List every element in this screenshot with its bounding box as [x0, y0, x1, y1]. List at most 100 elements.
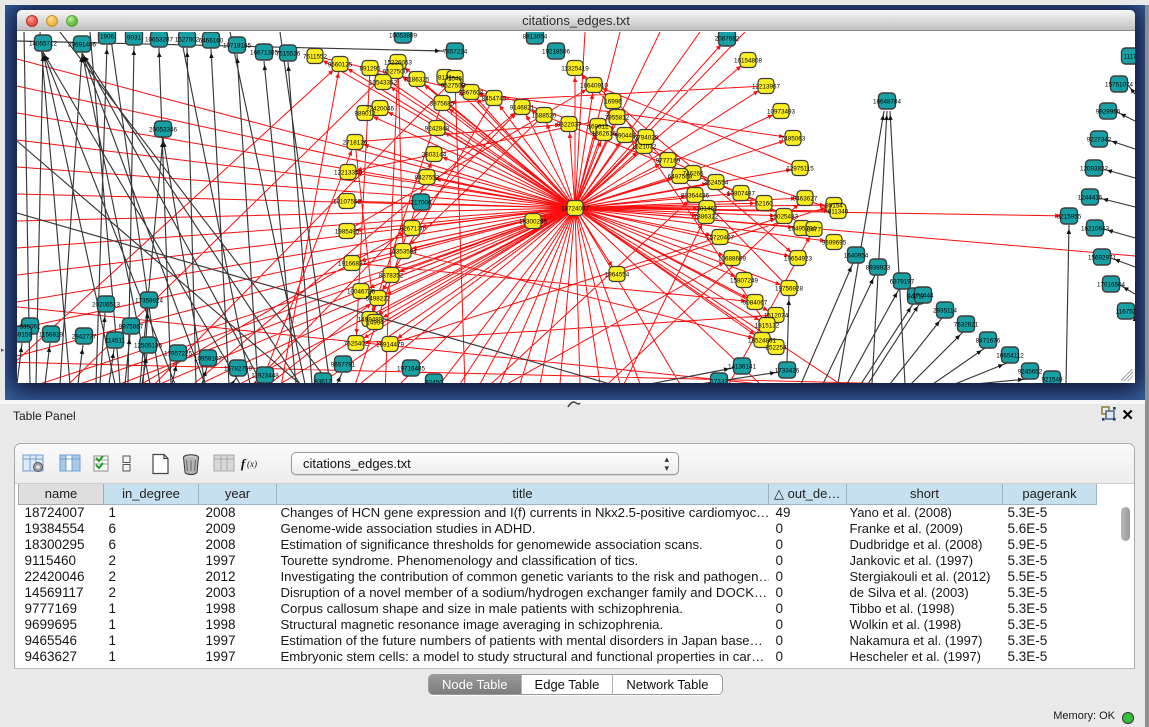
svg-text:62160: 62160: [755, 201, 773, 208]
svg-text:174444: 174444: [912, 293, 934, 300]
svg-text:17016504: 17016504: [1097, 282, 1126, 289]
svg-text:19166827: 19166827: [338, 261, 367, 268]
svg-text:10053809: 10053809: [389, 33, 418, 40]
svg-text:16648784: 16648784: [873, 99, 902, 106]
svg-text:1906: 1906: [100, 34, 115, 41]
svg-text:83612: 83612: [314, 379, 332, 384]
svg-text:252254: 252254: [765, 345, 787, 352]
svg-text:10543352: 10543352: [369, 80, 398, 87]
svg-text:7611552: 7611552: [303, 54, 328, 61]
svg-text:17359924: 17359924: [135, 298, 164, 305]
svg-text:6794028: 6794028: [634, 135, 659, 142]
svg-text:16782759: 16782759: [224, 366, 253, 373]
svg-text:3624554: 3624554: [704, 180, 729, 187]
svg-text:9031: 9031: [127, 35, 142, 42]
svg-text:17957225: 17957225: [164, 351, 193, 358]
svg-text:12213359: 12213359: [334, 170, 363, 177]
svg-text:8322037: 8322037: [557, 122, 582, 129]
svg-text:1733426: 1733426: [775, 368, 800, 375]
svg-text:12505135: 12505135: [134, 343, 163, 350]
svg-text:20053346: 20053346: [149, 127, 178, 134]
svg-text:1815132: 1815132: [755, 323, 780, 330]
svg-text:16671385: 16671385: [250, 50, 279, 57]
svg-text:9227342: 9227342: [1087, 137, 1112, 144]
svg-text:2935114: 2935114: [933, 308, 958, 315]
svg-text:7625402: 7625402: [344, 341, 369, 348]
svg-text:9245652: 9245652: [1018, 369, 1043, 376]
svg-text:20364436: 20364436: [681, 193, 710, 200]
svg-text:16210643: 16210643: [1081, 226, 1110, 233]
svg-text:17332: 17332: [710, 379, 728, 384]
svg-text:16996: 16996: [604, 99, 622, 106]
svg-text:8215955: 8215955: [1057, 214, 1082, 221]
svg-text:15692971: 15692971: [1088, 255, 1117, 262]
svg-text:14055712: 14055712: [29, 41, 58, 48]
svg-text:12975115: 12975115: [786, 166, 814, 173]
svg-text:114511: 114511: [105, 338, 126, 345]
svg-text:169612: 169612: [587, 124, 609, 131]
svg-text:8471676: 8471676: [976, 338, 1001, 345]
svg-text:1156819: 1156819: [39, 332, 64, 339]
svg-text:8267130: 8267130: [400, 226, 425, 233]
svg-text:9929966: 9929966: [1096, 109, 1121, 116]
svg-text:8878352: 8878352: [379, 273, 404, 280]
svg-text:9084067: 9084067: [743, 300, 768, 307]
svg-text:835061: 835061: [19, 324, 41, 331]
svg-text:8454749: 8454749: [482, 96, 507, 103]
svg-text:9975867: 9975867: [119, 324, 144, 331]
svg-text:19716485: 19716485: [397, 366, 426, 373]
svg-text:20691406: 20691406: [68, 42, 97, 49]
svg-text:9777169: 9777169: [656, 158, 681, 165]
svg-text:16154808: 16154808: [734, 58, 763, 65]
svg-text:16914479: 16914479: [376, 342, 405, 349]
svg-text:10973493: 10973493: [767, 109, 796, 116]
svg-text:8186325: 8186325: [405, 77, 430, 84]
svg-text:9242848: 9242848: [425, 126, 450, 133]
svg-text:9657791: 9657791: [331, 362, 356, 369]
svg-text:10107552: 10107552: [333, 199, 362, 206]
svg-text:1527602: 1527602: [175, 37, 200, 44]
svg-text:2718126: 2718126: [343, 140, 368, 147]
svg-text:11353594: 11353594: [389, 249, 417, 256]
svg-text:7632621: 7632621: [954, 322, 979, 329]
svg-text:9146821: 9146821: [510, 105, 535, 112]
svg-text:3875685: 3875685: [430, 101, 455, 108]
svg-text:10025433: 10025433: [770, 214, 799, 221]
svg-text:1964554: 1964554: [605, 272, 630, 279]
svg-text:9527500: 9527500: [383, 69, 408, 76]
svg-text:f: f: [241, 456, 247, 471]
svg-text:92450: 92450: [425, 380, 443, 384]
svg-text:217006: 217006: [410, 200, 432, 207]
svg-text:1244415: 1244415: [1078, 195, 1103, 202]
svg-text:7515526: 7515526: [276, 51, 301, 58]
svg-text:10653287: 10653287: [145, 37, 174, 44]
svg-text:201462: 201462: [696, 206, 718, 213]
svg-text:2087682: 2087682: [715, 36, 740, 43]
svg-text:989012: 989012: [354, 111, 376, 118]
svg-text:921549: 921549: [1041, 377, 1063, 384]
svg-text:11325419: 11325419: [561, 66, 589, 73]
svg-text:1640954: 1640954: [844, 253, 869, 260]
svg-text:10719185: 10719185: [223, 43, 252, 50]
svg-text:7485063: 7485063: [781, 136, 806, 143]
svg-text:14994: 14994: [366, 320, 384, 327]
svg-text:8938923: 8938923: [866, 265, 891, 272]
svg-text:1612074: 1612074: [764, 313, 789, 320]
svg-text:18724007: 18724007: [561, 206, 590, 213]
svg-text:911340: 911340: [828, 209, 849, 216]
svg-text:2803144: 2803144: [422, 152, 447, 159]
svg-text:1362615: 1362615: [592, 131, 617, 138]
svg-text:15751074: 15751074: [1105, 82, 1134, 89]
svg-text:9660125: 9660125: [328, 62, 353, 69]
svg-text:891295: 891295: [359, 66, 381, 73]
svg-text:19218506: 19218506: [542, 49, 571, 56]
svg-text:15720407: 15720407: [706, 235, 735, 242]
svg-text:20206513: 20206513: [92, 302, 121, 309]
svg-text:8427552: 8427552: [415, 175, 440, 182]
svg-text:10807487: 10807487: [727, 191, 756, 198]
svg-text:6497568: 6497568: [668, 174, 693, 181]
svg-text:10688609: 10688609: [718, 256, 747, 263]
svg-text:116753: 116753: [1116, 309, 1135, 316]
svg-text:10654112: 10654112: [996, 353, 1024, 360]
svg-text:(x): (x): [247, 459, 257, 469]
